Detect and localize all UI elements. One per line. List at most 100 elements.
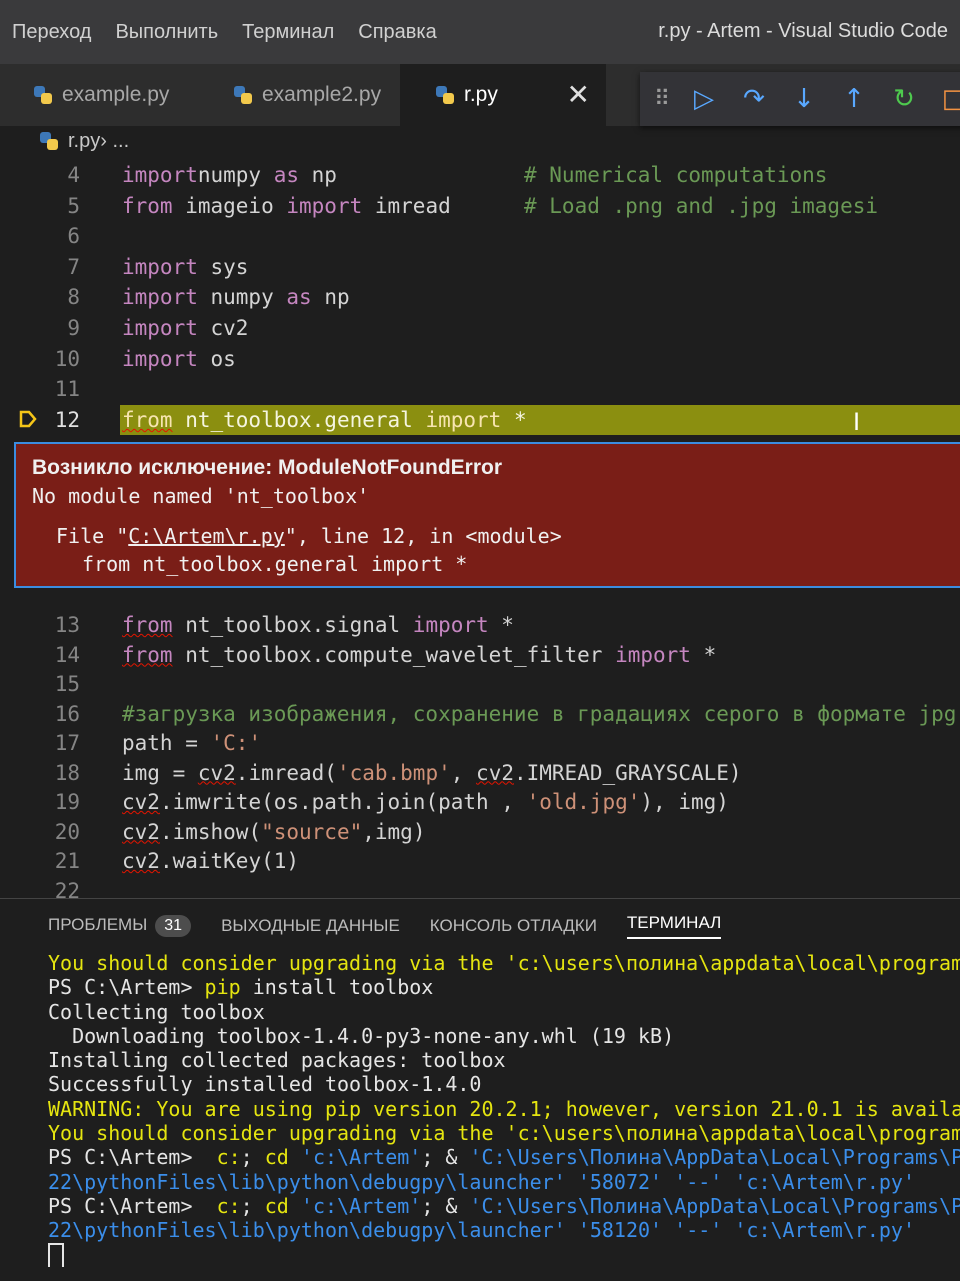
code-token: cv2 <box>476 761 514 785</box>
code-line[interactable]: 13from nt_toolbox.signal import * <box>0 610 960 640</box>
code-text: from nt_toolbox.general import * <box>122 405 527 435</box>
code-line[interactable]: 4importnumpy as np# Numerical computatio… <box>0 160 960 190</box>
code-line[interactable]: 10import os <box>0 344 960 374</box>
terminal-line: PS C:\Artem> c:; cd 'c:\Artem'; & 'C:\Us… <box>48 1145 960 1169</box>
terminal-line: You should consider upgrading via the 'c… <box>48 951 960 975</box>
terminal-prompt-line[interactable] <box>48 1243 960 1267</box>
tab-problems[interactable]: ПРОБЛЕМЫ31 <box>48 915 191 937</box>
code-line[interactable]: 18img = cv2.imread('cab.bmp', cv2.IMREAD… <box>0 758 960 788</box>
tab-output[interactable]: ВЫХОДНЫЕ ДАННЫЕ <box>221 916 400 936</box>
code-line[interactable]: 20cv2.imshow("source",img) <box>0 817 960 847</box>
breadcrumb: r.py › ... <box>40 126 129 156</box>
breadcrumb-rest[interactable]: › ... <box>100 130 129 153</box>
terminal-output[interactable]: You should consider upgrading via the 'c… <box>48 951 960 1267</box>
step-into-icon[interactable]: ↓ <box>790 85 818 113</box>
code-token: from <box>122 643 173 667</box>
menu-help[interactable]: Справка <box>358 21 436 44</box>
code-token: import <box>413 613 489 637</box>
line-number: 16 <box>0 699 80 729</box>
code-line[interactable]: 8import numpy as np <box>0 282 960 312</box>
code-token: cv2 <box>122 790 160 814</box>
terminal-token: install toolbox <box>241 975 434 999</box>
exception-source: from nt_toolbox.general import * <box>82 552 944 576</box>
code-line[interactable]: 16 #загрузка изображения, сохранение в гр… <box>0 699 960 729</box>
drag-grip-icon[interactable]: ⠿ <box>654 87 668 112</box>
code-text: from nt_toolbox.compute_wavelet_filter i… <box>122 640 716 670</box>
close-tab-icon[interactable]: ✕ <box>567 78 590 111</box>
terminal-token: 'C:\Users\Полина\AppData\Local\Programs\… <box>470 1145 960 1169</box>
code-line[interactable]: 7import sys <box>0 252 960 282</box>
code-line[interactable]: 19cv2.imwrite(os.path.join(path , 'old.j… <box>0 787 960 817</box>
code-line[interactable]: 21cv2.waitKey(1) <box>0 846 960 876</box>
code-token: imread <box>362 194 451 218</box>
code-line[interactable]: 11 <box>0 374 960 404</box>
current-line[interactable]: I12from nt_toolbox.general import * <box>0 405 960 435</box>
tab-debug-console[interactable]: КОНСОЛЬ ОТЛАДКИ <box>430 916 597 936</box>
code-line[interactable]: 22 <box>0 876 960 899</box>
restart-icon[interactable]: ↻ <box>890 85 918 113</box>
code-text: path = 'C:' <box>122 728 261 758</box>
code-line[interactable]: 15 <box>0 669 960 699</box>
tab-example-py[interactable]: example.py <box>0 64 200 126</box>
terminal-line: Downloading toolbox-1.4.0-py3-none-any.w… <box>48 1024 960 1048</box>
line-number: 15 <box>0 669 80 699</box>
python-file-icon <box>34 86 52 104</box>
menu-run[interactable]: Выполнить <box>115 21 218 44</box>
step-out-icon[interactable]: ↑ <box>840 85 868 113</box>
code-line[interactable]: 5from imageio import imread# Load .png a… <box>0 191 960 221</box>
tab-terminal[interactable]: ТЕРМИНАЛ <box>627 913 721 939</box>
line-number: 14 <box>0 640 80 670</box>
line-number: 22 <box>0 876 80 899</box>
tab-label: example2.py <box>262 83 381 107</box>
terminal-token: 22\pythonFiles\lib\python\debugpy\launch… <box>48 1218 566 1242</box>
code-line[interactable]: 17path = 'C:' <box>0 728 960 758</box>
line-number: 8 <box>0 282 80 312</box>
code-line[interactable]: 9import cv2 <box>0 313 960 343</box>
code-token: nt_toolbox.signal <box>173 613 413 637</box>
code-text: from imageio import imread <box>122 191 451 221</box>
code-token: 'cab.bmp' <box>337 761 451 785</box>
exception-file-link[interactable]: C:\Artem\r.py <box>128 524 285 548</box>
menu-go[interactable]: Переход <box>12 21 91 44</box>
tab-r-py[interactable]: r.py ✕ <box>400 64 606 126</box>
code-token: nt_toolbox.general <box>173 408 426 432</box>
terminal-token: ; & <box>421 1194 469 1218</box>
menu-terminal[interactable]: Терминал <box>242 21 334 44</box>
step-over-icon[interactable]: ↷ <box>740 85 768 113</box>
code-token: import <box>286 194 362 218</box>
line-number: 7 <box>0 252 80 282</box>
code-token: from <box>122 408 173 432</box>
stop-icon[interactable]: □ <box>940 85 960 113</box>
code-token: cv2 <box>122 849 160 873</box>
terminal-token: '--' <box>674 1170 722 1194</box>
code-token: cv2 <box>198 316 249 340</box>
continue-icon[interactable]: ▷ <box>690 85 718 113</box>
code-line[interactable]: 6 <box>0 221 960 251</box>
terminal-token <box>289 1194 301 1218</box>
terminal-token: '58072' <box>578 1170 662 1194</box>
exception-widget: Возникло исключение: ModuleNotFoundError… <box>14 442 960 588</box>
terminal-token <box>722 1170 734 1194</box>
terminal-token <box>566 1170 578 1194</box>
breadcrumb-file[interactable]: r.py <box>68 130 100 153</box>
code-text: importnumpy as np <box>122 160 337 190</box>
terminal-token: PS C:\Artem> <box>48 1194 217 1218</box>
code-token: path = <box>122 731 211 755</box>
tab-example2-py[interactable]: example2.py <box>200 64 400 126</box>
tab-problems-label: ПРОБЛЕМЫ <box>48 915 147 934</box>
code-token: .imread( <box>236 761 337 785</box>
terminal-line: 22\pythonFiles\lib\python\debugpy\launch… <box>48 1218 960 1242</box>
code-text: cv2.imwrite(os.path.join(path , 'old.jpg… <box>122 787 729 817</box>
terminal-token <box>662 1170 674 1194</box>
tab-label: r.py <box>464 83 498 107</box>
code-text: cv2.imshow("source",img) <box>122 817 425 847</box>
code-token: #загрузка изображения, сохранение в град… <box>122 702 956 726</box>
code-text: #загрузка изображения, сохранение в град… <box>122 699 956 729</box>
line-number: 9 <box>0 313 80 343</box>
terminal-token: Downloading toolbox-1.4.0-py3-none-any.w… <box>48 1024 674 1048</box>
terminal-line: 22\pythonFiles\lib\python\debugpy\launch… <box>48 1170 960 1194</box>
code-token: .waitKey(1) <box>160 849 299 873</box>
terminal-token: '58120' <box>578 1218 662 1242</box>
code-line[interactable]: 14 from nt_toolbox.compute_wavelet_filter… <box>0 640 960 670</box>
terminal-token: Collecting toolbox <box>48 1000 265 1024</box>
